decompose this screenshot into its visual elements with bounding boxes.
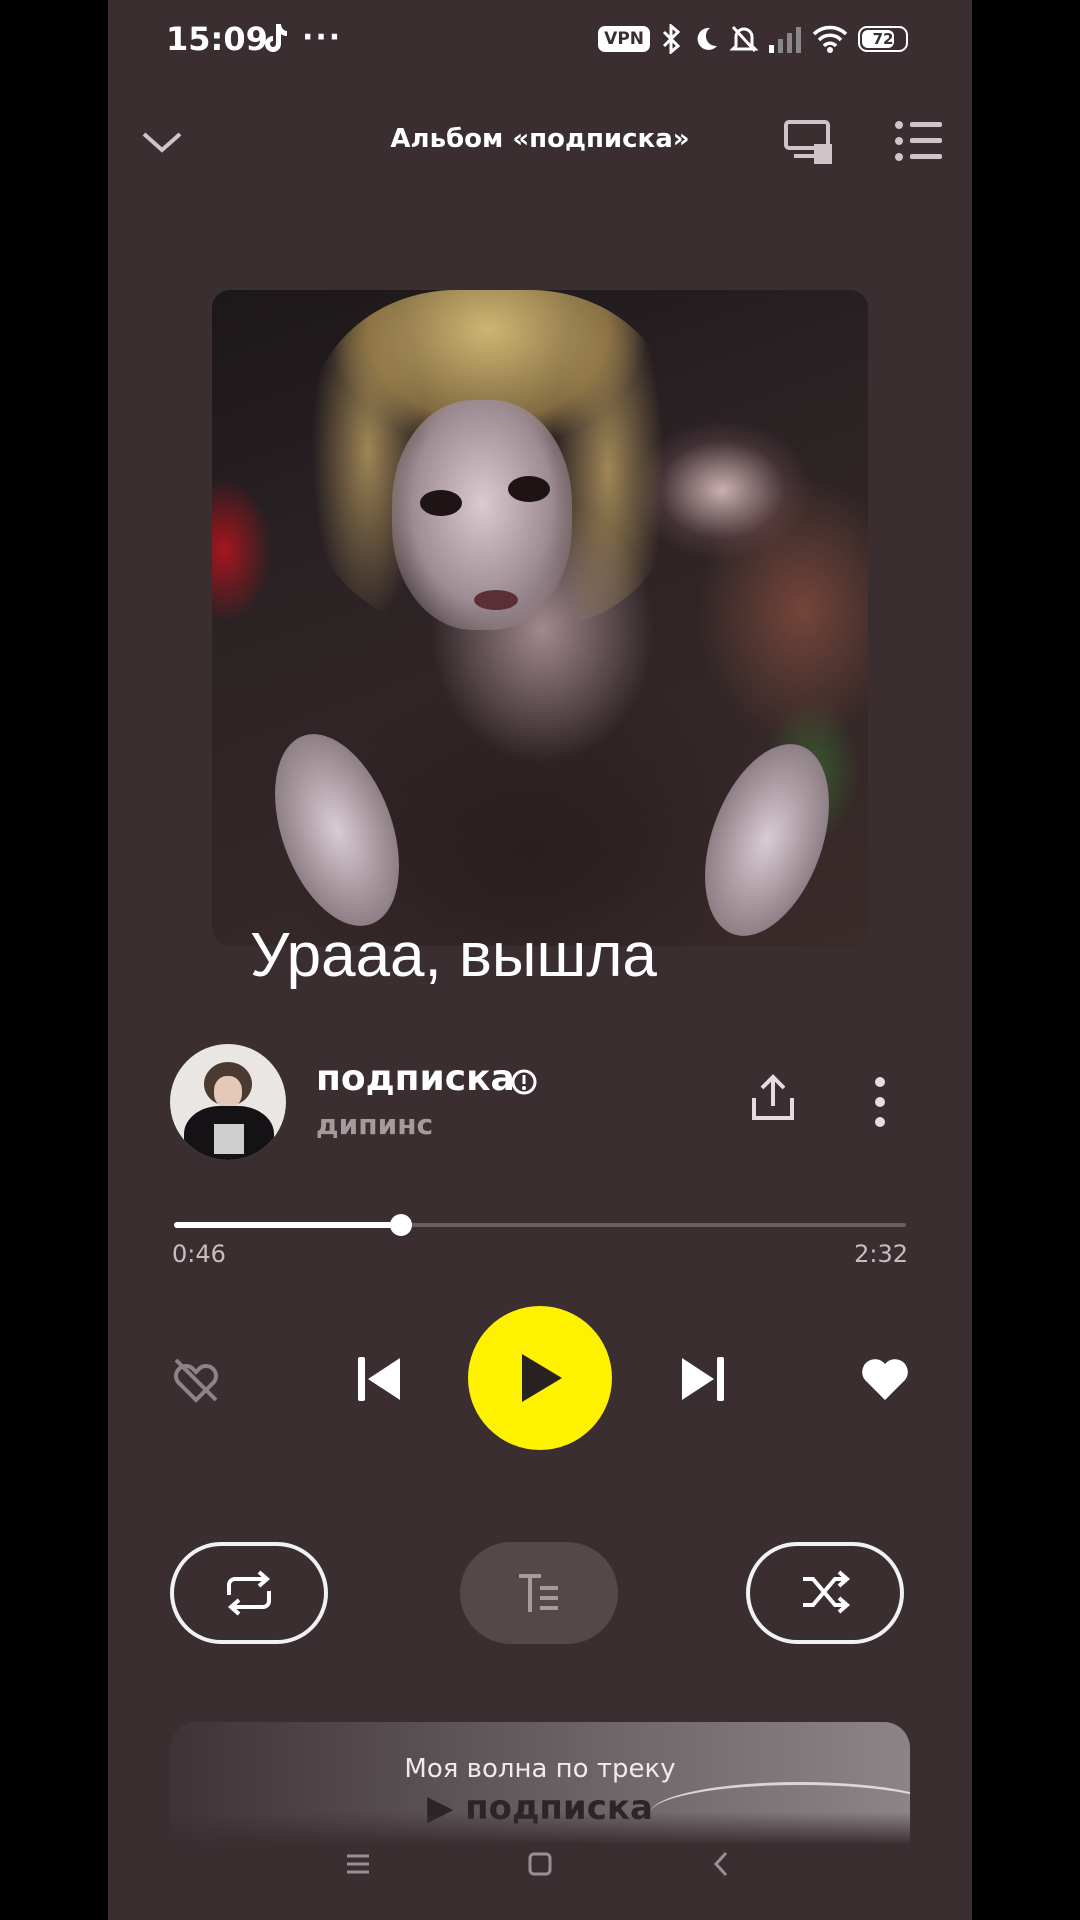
- my-wave-title: Моя волна по треку: [404, 1754, 676, 1784]
- like-heart-icon[interactable]: [860, 1356, 910, 1402]
- lyrics-button[interactable]: [460, 1542, 618, 1644]
- cover-lips: [474, 590, 518, 610]
- wifi-icon: [812, 25, 848, 53]
- signal-icon: [769, 27, 801, 53]
- next-track-icon[interactable]: [678, 1354, 728, 1404]
- player-screen: 15:09 ··· VPN 72 Альбом «подписка» Урааа…: [108, 0, 972, 1920]
- track-title[interactable]: подписка: [316, 1058, 515, 1099]
- shuffle-button[interactable]: [746, 1542, 904, 1644]
- previous-track-icon[interactable]: [354, 1354, 404, 1404]
- cover-eye: [420, 490, 462, 516]
- muted-bell-icon: [730, 25, 758, 53]
- progress-handle[interactable]: [389, 1214, 412, 1236]
- battery-indicator: 72: [858, 26, 908, 52]
- share-icon[interactable]: [750, 1074, 796, 1124]
- tiktok-icon: [265, 24, 287, 52]
- moon-icon: [697, 27, 717, 50]
- play-button[interactable]: [468, 1306, 612, 1450]
- device-output-icon[interactable]: [784, 118, 834, 168]
- cover-arm: [681, 727, 853, 946]
- cover-eye: [508, 476, 550, 502]
- elapsed-time: 0:46: [172, 1240, 226, 1268]
- back-chevron-icon[interactable]: [708, 1850, 736, 1878]
- more-vertical-icon[interactable]: [872, 1076, 888, 1128]
- track-artist[interactable]: дипинс: [316, 1108, 433, 1141]
- shuffle-icon: [803, 1570, 851, 1614]
- total-time: 2:32: [854, 1240, 908, 1268]
- queue-list-icon[interactable]: [894, 120, 944, 164]
- explicit-warning-icon: [511, 1069, 537, 1095]
- bluetooth-icon: [662, 24, 681, 54]
- vpn-badge: VPN: [598, 26, 650, 52]
- status-bar: 15:09 ··· VPN 72: [108, 0, 972, 84]
- progress-fill: [174, 1222, 401, 1228]
- home-square-icon[interactable]: [526, 1850, 554, 1878]
- album-cover-image[interactable]: [212, 290, 868, 946]
- album-header-title[interactable]: Альбом «подписка»: [108, 124, 972, 154]
- dislike-icon[interactable]: [170, 1354, 222, 1406]
- overlay-caption: Урааа, вышла: [250, 921, 657, 990]
- repeat-button[interactable]: [170, 1542, 328, 1644]
- status-icons: VPN 72: [598, 24, 908, 54]
- status-more-icon: ···: [302, 20, 343, 55]
- repeat-icon: [227, 1570, 271, 1616]
- play-icon: [522, 1354, 562, 1402]
- artist-avatar[interactable]: [170, 1044, 286, 1160]
- recents-menu-icon[interactable]: [344, 1850, 372, 1878]
- cover-arm: [251, 717, 423, 943]
- lyrics-text-icon: [519, 1574, 558, 1612]
- status-time: 15:09: [166, 20, 268, 58]
